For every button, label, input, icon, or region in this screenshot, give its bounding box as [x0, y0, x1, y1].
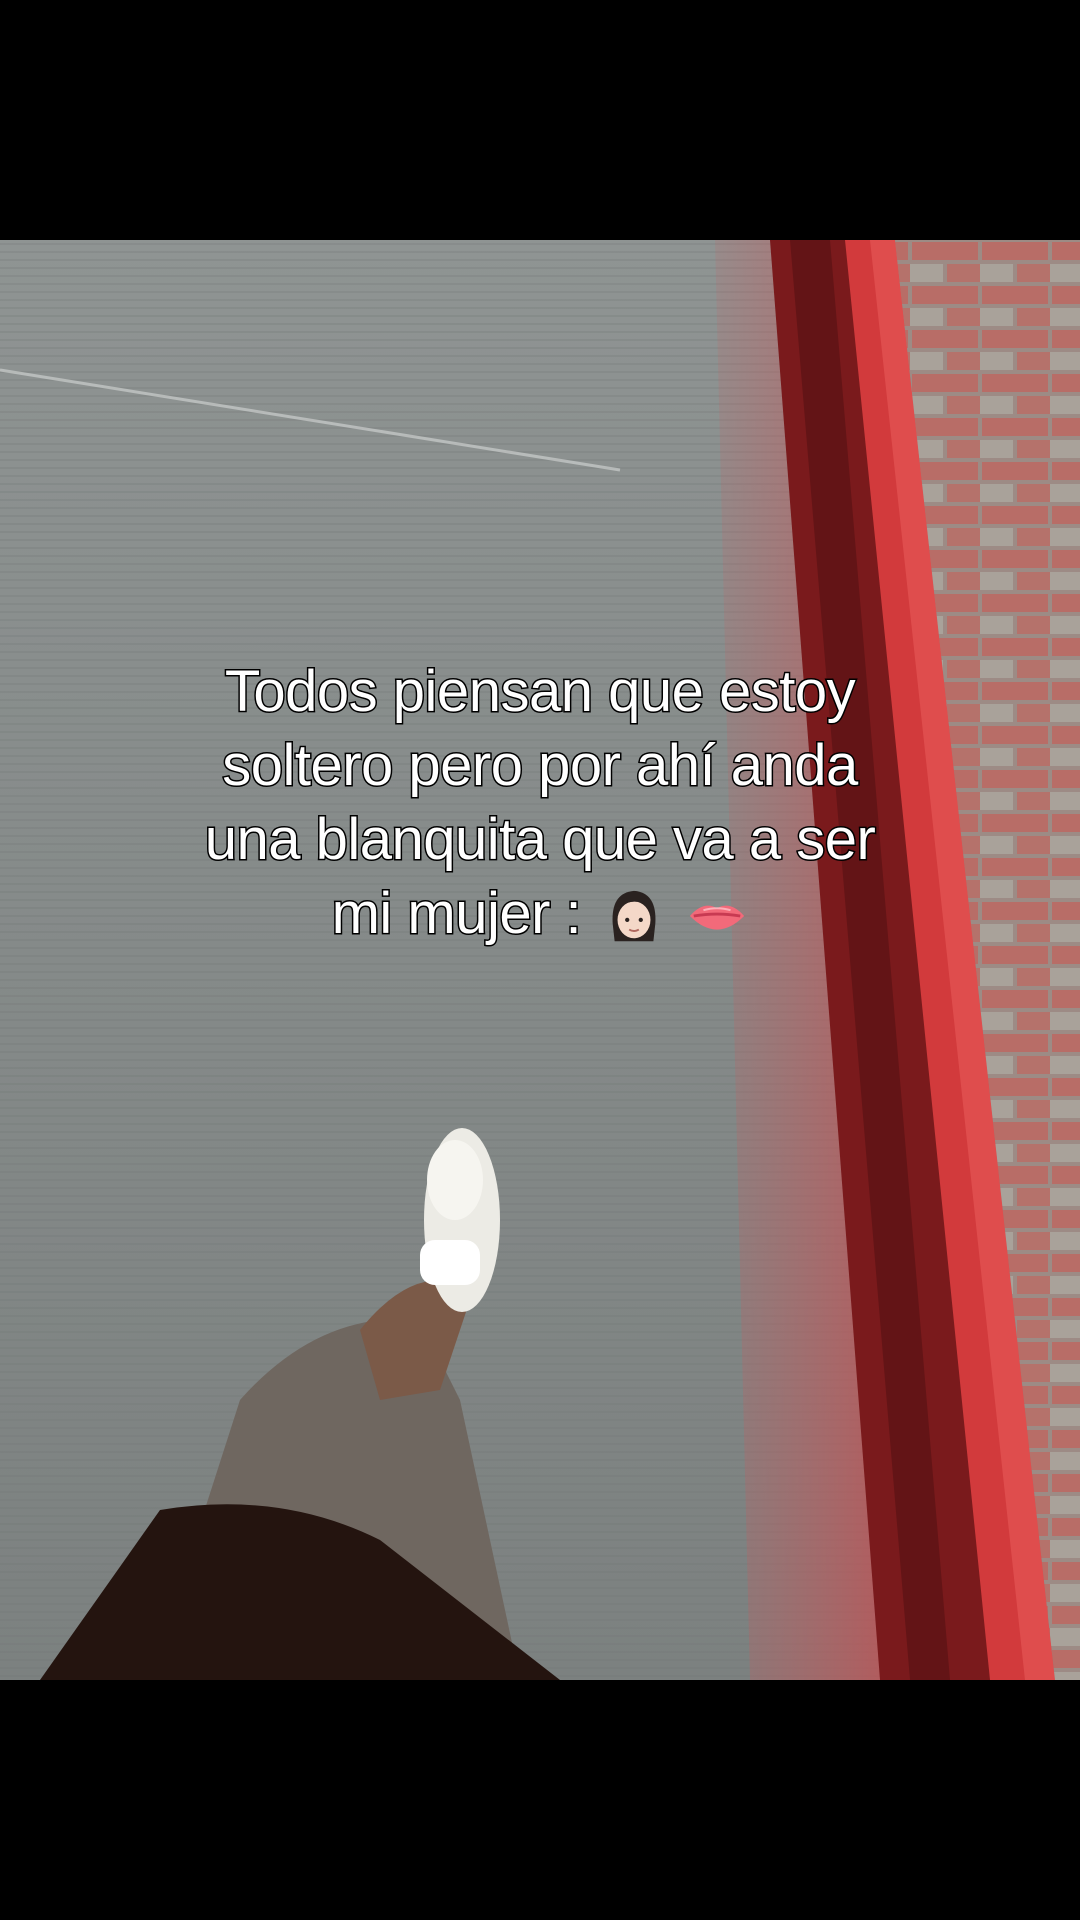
caption-line-2: soltero pero por ahí anda	[221, 732, 860, 800]
video-frame: Todos piensan que estoy soltero pero por…	[0, 0, 1080, 1920]
caption-text: Todos piensan que estoy soltero pero por…	[140, 655, 940, 951]
caption-line-1: Todos piensan que estoy	[223, 658, 857, 726]
lips-icon	[686, 885, 748, 947]
woman-face-icon	[603, 885, 665, 947]
caption-line-4-text: mi mujer :	[330, 880, 583, 948]
background-photo	[0, 240, 1080, 1680]
street-scene-illustration	[0, 240, 1080, 1680]
caption-line-3: una blanquita que va a ser	[203, 806, 877, 874]
caption-line-4: mi mujer :	[140, 877, 940, 951]
